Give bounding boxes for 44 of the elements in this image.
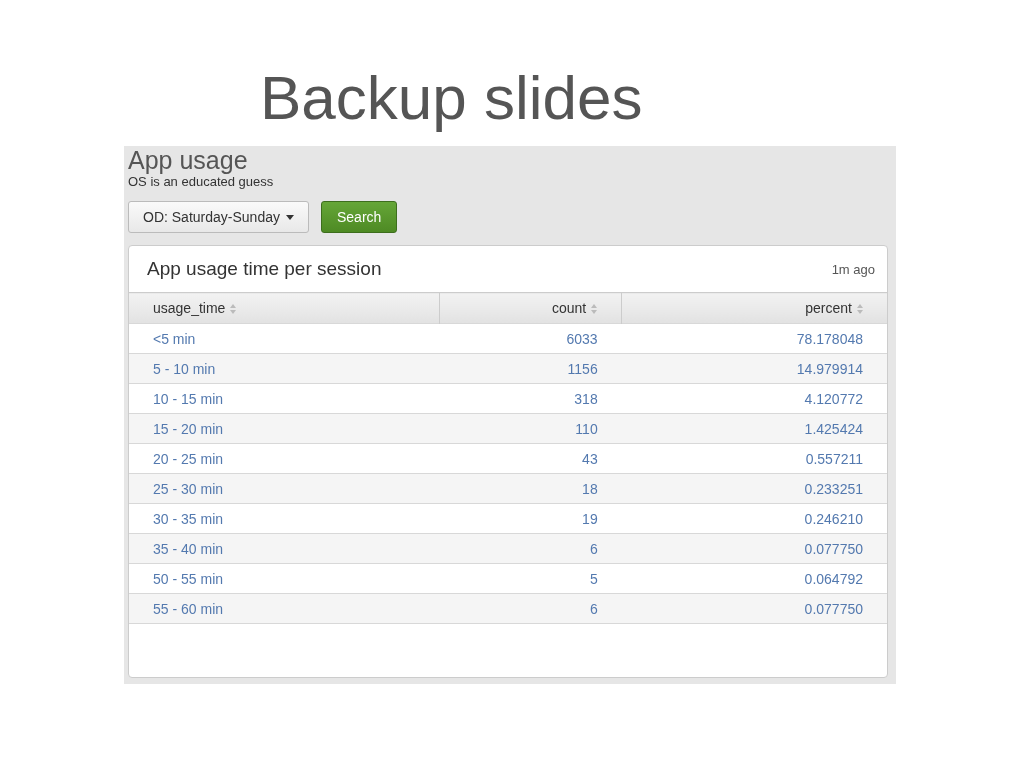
column-header[interactable]: percent	[621, 292, 887, 324]
search-button[interactable]: Search	[320, 201, 398, 233]
table-cell: 6	[439, 593, 622, 624]
table-cell: 318	[439, 383, 622, 414]
sort-icon	[857, 304, 863, 315]
table-cell: 18	[439, 473, 622, 504]
table-cell: 0.064792	[621, 563, 887, 594]
table-cell: 43	[439, 443, 622, 474]
sort-icon	[230, 304, 237, 315]
table-cell: 1.425424	[621, 413, 887, 444]
table-cell: 0.233251	[621, 473, 887, 504]
table-cell: 14.979914	[621, 353, 887, 384]
table-cell: 15 - 20 min	[129, 413, 440, 444]
table-cell: 55 - 60 min	[129, 593, 440, 624]
table-cell: 25 - 30 min	[129, 473, 440, 504]
panel-title: App usage time per session	[147, 258, 382, 280]
table-cell: 19	[439, 503, 622, 534]
caret-icon	[285, 214, 294, 220]
table-cell: 20 - 25 min	[129, 443, 440, 474]
sort-icon	[591, 304, 598, 315]
table-cell: 10 - 15 min	[129, 383, 440, 414]
table-cell: 30 - 35 min	[129, 503, 440, 534]
table-cell: 0.246210	[621, 503, 887, 534]
slide-title: Backup slides	[260, 62, 644, 134]
table-cell: 110	[439, 413, 622, 444]
table-cell: 0.077750	[621, 593, 887, 624]
dashboard-description: OS is an educated guess	[128, 174, 275, 189]
dropdown[interactable]: OD: Saturday-Sunday	[128, 201, 309, 233]
table-cell: 6	[439, 533, 622, 564]
table-cell: 78.178048	[621, 323, 887, 354]
table-cell: 50 - 55 min	[129, 563, 440, 594]
dashboard-title: App usage	[128, 146, 249, 174]
table-cell: 1156	[439, 353, 622, 384]
updated-time: 1m ago	[831, 261, 875, 277]
table-cell: 35 - 40 min	[129, 533, 440, 564]
table-cell: 0.557211	[621, 443, 887, 474]
table-cell: 0.077750	[621, 533, 887, 564]
table-cell: 5 - 10 min	[129, 353, 440, 384]
table-cell: <5 min	[129, 323, 440, 354]
column-header[interactable]: usage_time	[129, 292, 440, 324]
table-cell: 5	[439, 563, 622, 594]
column-header[interactable]: count	[439, 292, 622, 324]
table-cell: 6033	[439, 323, 622, 354]
table-cell: 4.120772	[621, 383, 887, 414]
